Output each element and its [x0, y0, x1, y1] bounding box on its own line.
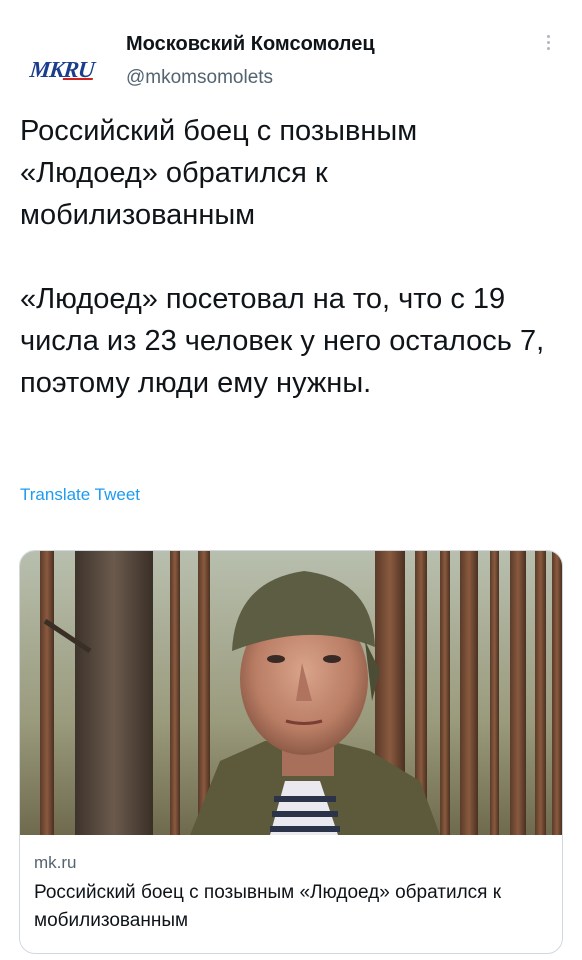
card-title: Российский боец с позывным «Людоед» обра… — [34, 882, 502, 931]
more-vertical-icon — [546, 34, 550, 50]
translate-tweet-link[interactable]: Translate Tweet — [20, 485, 140, 505]
card-image — [20, 551, 562, 835]
mk-ru-logo: MKRU — [28, 57, 96, 82]
more-options-button[interactable] — [536, 30, 560, 54]
tweet: MKRU Московский Комсомолец @mkomsomolets… — [0, 0, 582, 960]
card-domain: mk.ru — [34, 853, 77, 872]
link-preview-card[interactable]: mk.ru Российский боец с позывным «Людоед… — [19, 550, 563, 954]
author-name[interactable]: Московский Комсомолец — [126, 33, 375, 56]
author-handle[interactable]: @mkomsomolets — [126, 67, 273, 89]
tweet-text: Российский боец с позывным «Людоед» обра… — [20, 115, 545, 399]
author-avatar[interactable]: MKRU — [18, 26, 106, 114]
